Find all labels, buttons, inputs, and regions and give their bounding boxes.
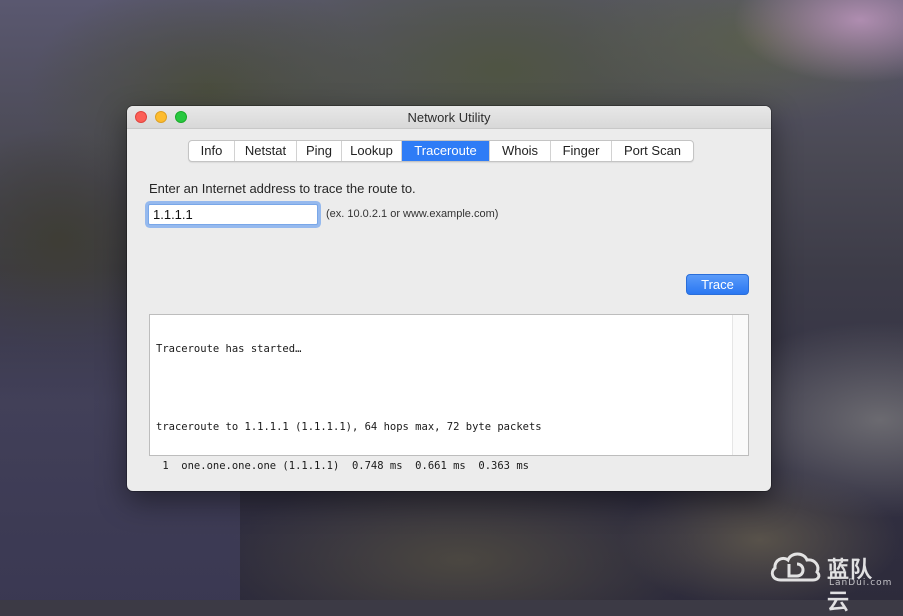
cloud-icon xyxy=(770,552,821,582)
address-hint: (ex. 10.0.2.1 or www.example.com) xyxy=(326,208,499,220)
tab-port-scan[interactable]: Port Scan xyxy=(612,141,693,161)
tab-lookup[interactable]: Lookup xyxy=(342,141,402,161)
output-line: traceroute to 1.1.1.1 (1.1.1.1), 64 hops… xyxy=(156,421,542,433)
watermark-subtext: LanDui.com xyxy=(829,578,893,588)
output-line: ​ xyxy=(156,382,728,395)
watermark-logo: 蓝队云 LanDui.com xyxy=(767,546,891,615)
traceroute-output[interactable]: Traceroute has started… ​ traceroute to … xyxy=(149,314,749,472)
address-prompt: Enter an Internet address to trace the r… xyxy=(149,181,416,196)
tab-traceroute[interactable]: Traceroute xyxy=(402,141,490,161)
tab-finger[interactable]: Finger xyxy=(551,141,612,161)
trace-button[interactable]: Trace xyxy=(686,274,749,295)
output-line: 1 one.one.one.one (1.1.1.1) 0.748 ms 0.6… xyxy=(156,460,529,472)
window-title: Network Utility xyxy=(407,110,491,125)
tab-info[interactable]: Info xyxy=(189,141,235,161)
tab-whois[interactable]: Whois xyxy=(490,141,551,161)
network-utility-window: Network Utility Info Netstat Ping Lookup… xyxy=(127,106,771,491)
title-bar[interactable]: Network Utility xyxy=(127,106,771,129)
tab-bar: Info Netstat Ping Lookup Traceroute Whoi… xyxy=(188,140,694,162)
output-text: Traceroute has started… ​ traceroute to … xyxy=(156,317,728,491)
tab-ping[interactable]: Ping xyxy=(297,141,342,161)
output-line: Traceroute has started… xyxy=(156,343,302,355)
tab-netstat[interactable]: Netstat xyxy=(235,141,297,161)
address-input[interactable] xyxy=(148,204,318,225)
output-scrollbar[interactable] xyxy=(732,315,748,455)
